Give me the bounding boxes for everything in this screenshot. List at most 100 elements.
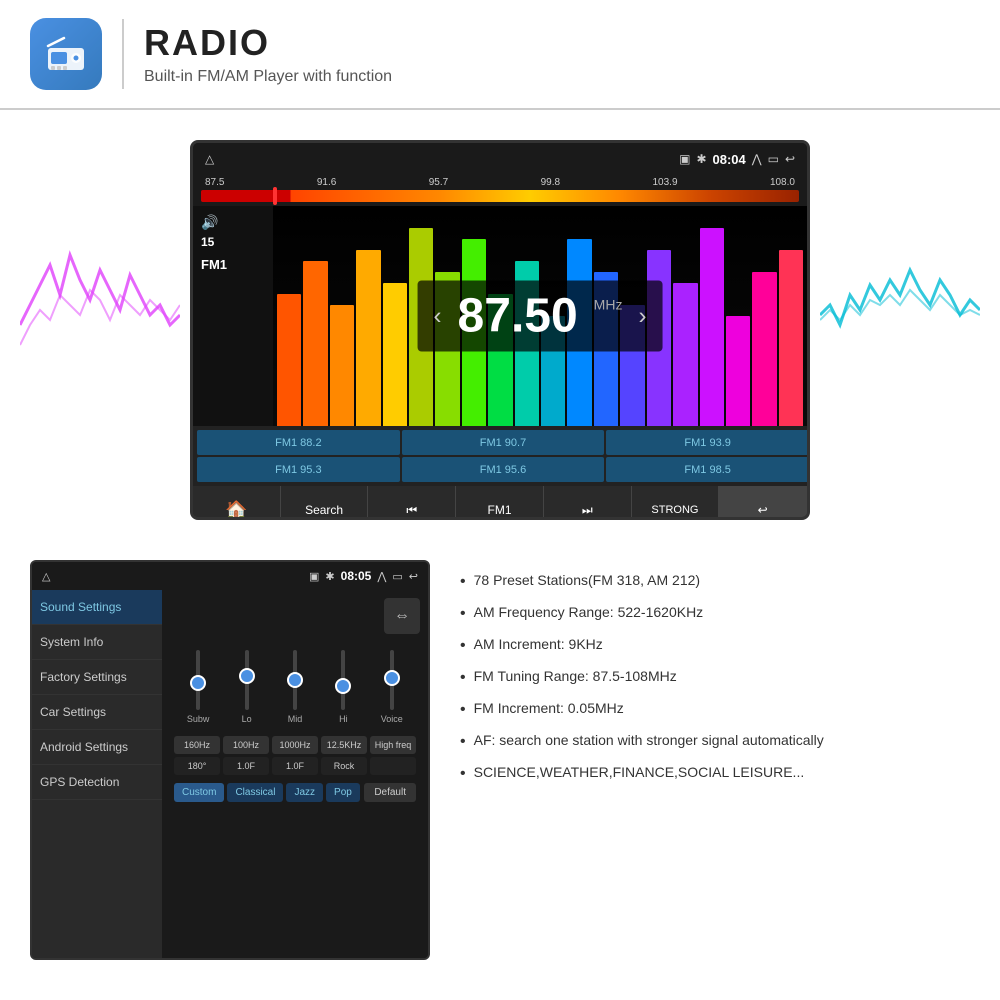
status-time: 08:04 [713,152,746,167]
freq-indicator [273,187,277,205]
home-btn[interactable]: 🏠 [193,486,281,520]
info-text-2: AM Increment: 9KHz [474,634,603,655]
preset-4[interactable]: FM1 95.3 [197,457,400,482]
slider-track-voice[interactable] [390,650,394,710]
eq-slider-hi: Hi [323,650,363,724]
info-text-0: 78 Preset Stations(FM 318, AM 212) [474,570,700,591]
volume-icon: 🔊 [201,214,218,231]
info-item-5: • AF: search one station with stronger s… [460,730,970,754]
info-text-1: AM Frequency Range: 522-1620KHz [474,602,704,623]
preset-3[interactable]: FM1 93.9 [606,430,809,455]
strong-btn[interactable]: STRONG [632,486,720,520]
preset-2[interactable]: FM1 90.7 [402,430,605,455]
settings-content: ⇔ Subw Lo [162,590,428,958]
preset-pop[interactable]: Pop [326,783,360,802]
freq-next-btn[interactable]: › [638,302,646,330]
nav-system-info[interactable]: System Info [32,625,162,660]
eq-param-180[interactable]: 180° [174,757,220,775]
radio-app-icon [30,18,102,90]
settings-screen: △ ▣ ✱ 08:05 ⋀ ▭ ↩ Sound Settings System … [30,560,430,960]
nav-factory-settings[interactable]: Factory Settings [32,660,162,695]
slider-thumb-lo [239,668,255,684]
nav-android-settings[interactable]: Android Settings [32,730,162,765]
bullet-1: • [460,602,466,626]
preset-1[interactable]: FM1 88.2 [197,430,400,455]
eq-param-1000hz[interactable]: 1000Hz [272,736,318,754]
fm1-btn[interactable]: FM1 [456,486,544,520]
header-divider [122,19,124,89]
eq-param-rock[interactable]: Rock [321,757,367,775]
bullet-2: • [460,634,466,658]
freq-track[interactable] [201,190,799,202]
wave-left-decoration [20,225,180,425]
nav-gps-detection[interactable]: GPS Detection [32,765,162,800]
eq-slider-lo: Lo [227,650,267,724]
expand-icon: ⋀ [752,152,762,166]
bullet-5: • [460,730,466,754]
eq-param-100hz[interactable]: 100Hz [223,736,269,754]
settings-bt-icon: ✱ [325,570,334,583]
eq-param-1f-1[interactable]: 1.0F [223,757,269,775]
eq-param-empty [370,757,416,775]
page-subtitle: Built-in FM/AM Player with function [144,68,392,86]
wave-right-decoration [820,225,980,425]
search-btn[interactable]: Search [281,486,369,520]
preset-custom[interactable]: Custom [174,783,224,802]
slider-label-subw: Subw [187,714,210,724]
slider-track-hi[interactable] [341,650,345,710]
eq-toggle-btn[interactable]: ⇔ [384,598,420,634]
back-icon: ↩ [785,152,795,166]
slider-track-lo[interactable] [245,650,249,710]
freq-scale: 87.5 91.6 95.7 99.8 103.9 108.0 [201,177,799,188]
eq-param-160hz[interactable]: 160Hz [174,736,220,754]
bullet-4: • [460,698,466,722]
preset-jazz[interactable]: Jazz [286,783,323,802]
radio-content: 🔊 15 FM1 [193,206,807,426]
info-item-6: • SCIENCE,WEATHER,FINANCE,SOCIAL LEISURE… [460,762,970,786]
page-header: RADIO Built-in FM/AM Player with functio… [0,0,1000,110]
freq-display: ‹ 87.50 MHz › [418,281,663,352]
eq-sliders: Subw Lo Mid [170,638,420,728]
prev-btn[interactable]: ⏮ [368,486,456,520]
eq-slider-mid: Mid [275,650,315,724]
info-item-3: • FM Tuning Range: 87.5-108MHz [460,666,970,690]
settings-window-icon: ▭ [392,570,402,583]
window-icon: ▭ [768,152,779,166]
eq-slider-voice: Voice [372,650,412,724]
nav-car-settings[interactable]: Car Settings [32,695,162,730]
info-item-2: • AM Increment: 9KHz [460,634,970,658]
eq-param-1f-2[interactable]: 1.0F [272,757,318,775]
preset-6[interactable]: FM1 98.5 [606,457,809,482]
info-text-section: • 78 Preset Stations(FM 318, AM 212) • A… [460,560,970,960]
bottom-section: △ ▣ ✱ 08:05 ⋀ ▭ ↩ Sound Settings System … [0,540,1000,980]
back-btn[interactable]: ↩ [719,486,807,520]
settings-nav: Sound Settings System Info Factory Setti… [32,590,162,958]
settings-back-icon: ↩ [409,570,418,583]
bluetooth-icon: ✱ [696,152,706,166]
home-status-icon: △ [205,152,214,166]
settings-status-bar: △ ▣ ✱ 08:05 ⋀ ▭ ↩ [32,562,428,590]
info-item-0: • 78 Preset Stations(FM 318, AM 212) [460,570,970,594]
slider-track-subw[interactable] [196,650,200,710]
radio-left-panel: 🔊 15 FM1 [193,206,273,426]
freq-prev-btn[interactable]: ‹ [434,302,442,330]
settings-expand-icon: ⋀ [377,570,386,583]
slider-thumb-hi [335,678,351,694]
slider-track-mid[interactable] [293,650,297,710]
info-text-6: SCIENCE,WEATHER,FINANCE,SOCIAL LEISURE..… [474,762,805,783]
preset-5[interactable]: FM1 95.6 [402,457,605,482]
eq-preset-row: Custom Classical Jazz Pop Default [170,779,420,806]
default-btn[interactable]: Default [364,783,416,802]
preset-classical[interactable]: Classical [227,783,283,802]
nav-sound-settings[interactable]: Sound Settings [32,590,162,625]
next-btn[interactable]: ⏭ [544,486,632,520]
settings-home-icon: △ [42,570,50,583]
slider-label-lo: Lo [242,714,252,724]
radio-screen-section: △ ▣ ✱ 08:04 ⋀ ▭ ↩ 87.5 91.6 95.7 99.8 10… [0,110,1000,540]
info-text-3: FM Tuning Range: 87.5-108MHz [474,666,677,687]
slider-label-mid: Mid [288,714,303,724]
freq-number: 87.50 [458,289,578,344]
eq-param-125khz[interactable]: 12.5KHz [321,736,367,754]
slider-label-hi: Hi [339,714,348,724]
eq-param-highfreq[interactable]: High freq [370,736,416,754]
